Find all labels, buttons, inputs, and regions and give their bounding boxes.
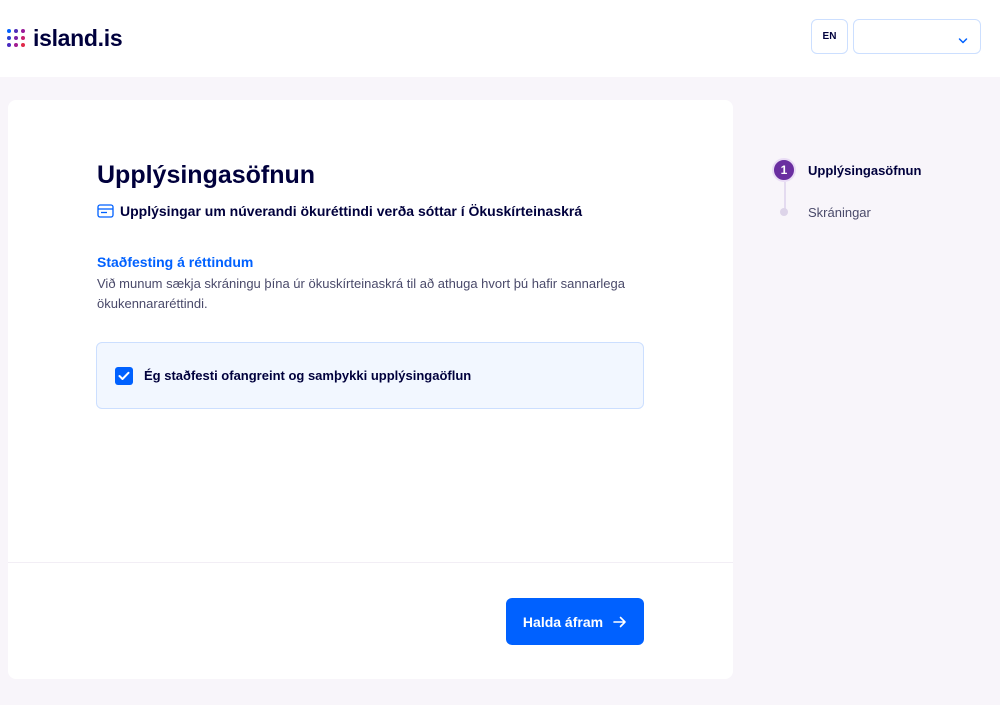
confirm-checkbox-label[interactable]: Ég staðfesti ofangreint og samþykki uppl… [144, 368, 471, 383]
data-source-text: Upplýsingar um núverandi ökuréttindi ver… [120, 203, 583, 219]
section-description: Við munum sækja skráningu þína úr ökuskí… [97, 276, 625, 311]
logo-text: island.is [33, 25, 123, 51]
continue-button-label: Halda áfram [522, 613, 604, 630]
checkmark-icon [118, 371, 130, 380]
footer-divider [8, 562, 733, 563]
language-switch-button[interactable]: EN [811, 19, 848, 54]
confirmation-box[interactable]: Ég staðfesti ofangreint og samþykki uppl… [96, 342, 644, 409]
logo-dots-icon [7, 29, 25, 47]
page-title: Upplýsingasöfnun [97, 161, 316, 189]
step-dot [780, 208, 788, 216]
continue-button[interactable]: Halda áfram [506, 598, 644, 645]
step-label: Skráningar [808, 204, 871, 220]
application-form-card: Upplýsingasöfnun Upplýsingar um núverand… [8, 100, 733, 679]
user-select-dropdown[interactable] [853, 19, 981, 54]
step-number-badge: 1 [772, 158, 796, 182]
step-skraningar: Skráningar [772, 200, 871, 224]
top-header: island.is EN [0, 0, 1000, 77]
inbox-icon [97, 204, 114, 218]
arrow-right-icon [613, 616, 627, 628]
step-upplysingasofnun: 1 Upplýsingasöfnun [772, 158, 921, 182]
confirm-checkbox[interactable] [115, 367, 133, 385]
step-label: Upplýsingasöfnun [808, 162, 922, 178]
island-is-logo[interactable]: island.is [7, 25, 123, 51]
section-heading: Staðfesting á réttindum [97, 254, 254, 270]
chevron-down-icon [958, 32, 968, 50]
data-source-info: Upplýsingar um núverandi ökuréttindi ver… [97, 203, 582, 219]
